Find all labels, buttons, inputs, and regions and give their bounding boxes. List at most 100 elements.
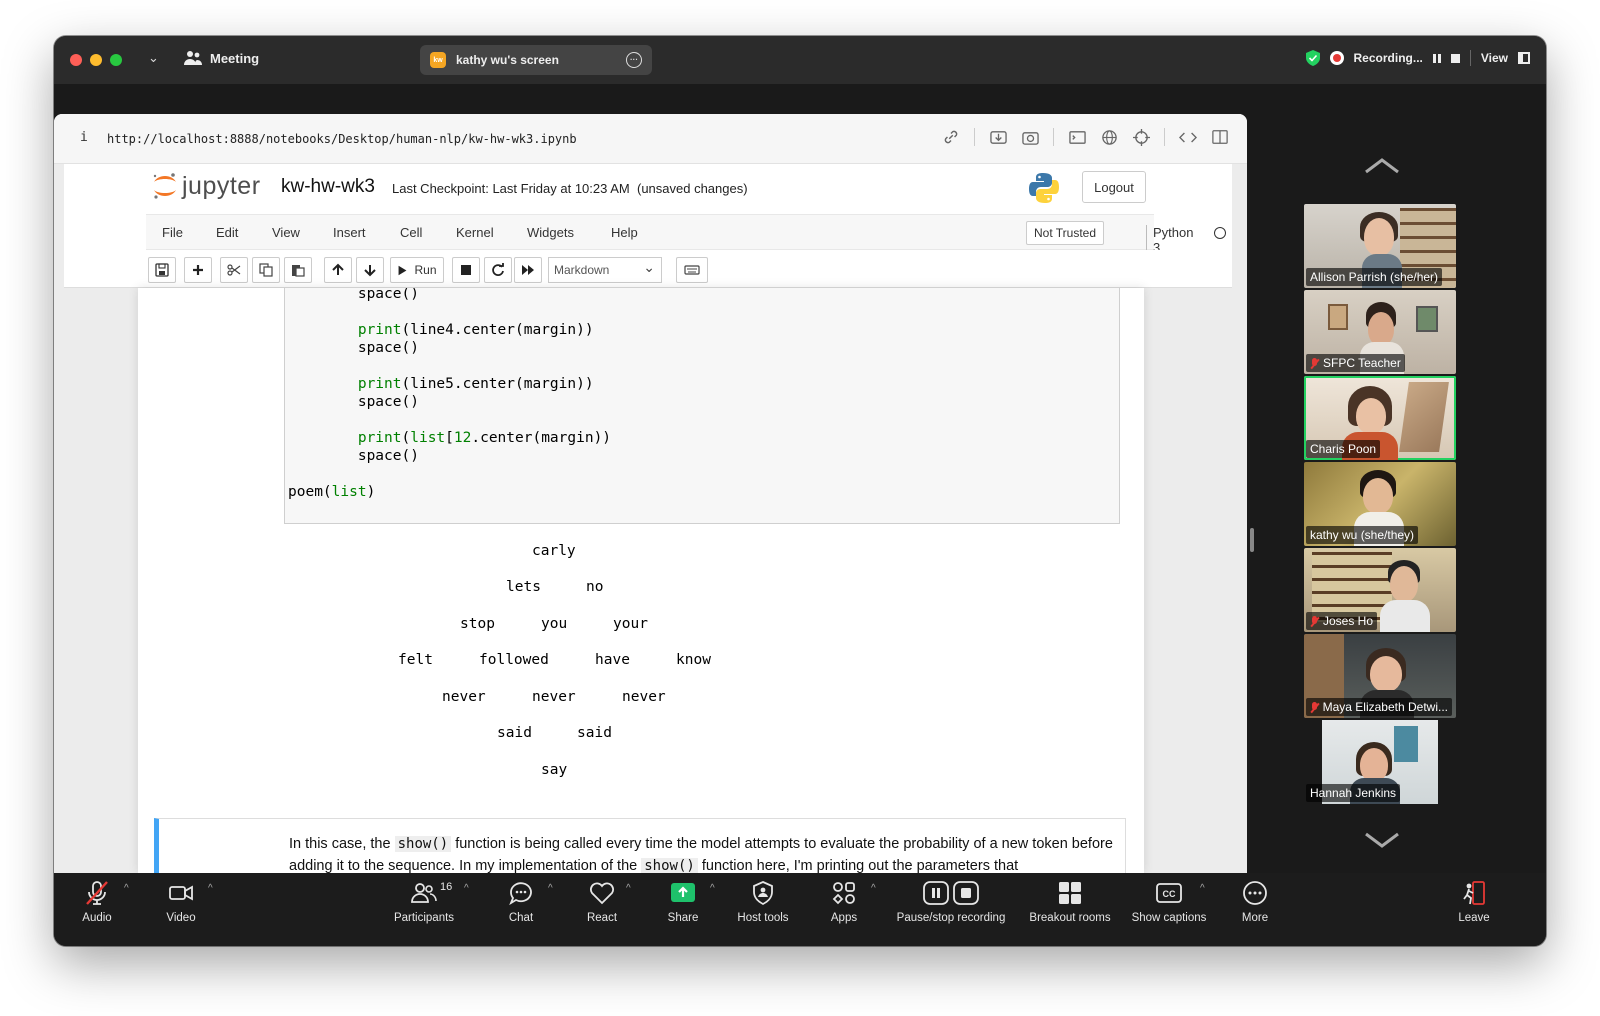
notebook-name[interactable]: kw-hw-wk3 (281, 176, 375, 198)
screen-share-indicator[interactable]: kw kathy wu's screen ··· (420, 45, 652, 75)
video-options-caret[interactable]: ^ (208, 883, 213, 894)
python-logo-icon (1029, 173, 1059, 203)
chat-bubble-icon (509, 882, 532, 906)
participant-name: Hannah Jenkins (1306, 784, 1401, 802)
logout-button[interactable]: Logout (1082, 171, 1146, 203)
more-button[interactable]: More (1236, 873, 1274, 946)
camera-icon[interactable] (1021, 128, 1039, 146)
wall-frame (1416, 306, 1438, 332)
audio-options-caret[interactable]: ^ (124, 883, 129, 894)
stop-recording-icon[interactable] (1450, 53, 1460, 63)
checkpoint-text: Last Checkpoint: Last Friday at 10:23 AM (392, 181, 630, 196)
jupyter-logo[interactable]: jupyter (152, 171, 261, 201)
panel-resize-handle[interactable] (1250, 528, 1254, 552)
view-label[interactable]: View (1481, 51, 1508, 65)
cut-button[interactable] (220, 257, 248, 283)
participant-tile[interactable]: Charis Poon (1304, 376, 1456, 460)
copy-button[interactable] (252, 257, 280, 283)
shield-icon (753, 881, 773, 906)
minimize-window-button[interactable] (90, 54, 102, 66)
participant-tile[interactable]: SFPC Teacher (1304, 290, 1456, 374)
participant-tile[interactable]: kathy wu (she/they) (1304, 462, 1456, 546)
code-cell[interactable]: space() print(line4.center(margin)) spac… (284, 288, 1120, 524)
save-button[interactable] (148, 257, 176, 283)
paste-button[interactable] (284, 257, 312, 283)
audio-button[interactable]: Audio (78, 873, 116, 946)
heart-icon (590, 882, 614, 905)
chevron-up-icon (1365, 158, 1399, 174)
share-button[interactable]: Share (663, 873, 703, 946)
apps-button[interactable]: Apps (825, 873, 863, 946)
participant-name: Charis Poon (1306, 440, 1381, 458)
command-palette-button[interactable] (676, 257, 708, 283)
browser-url-bar: i http://localhost:8888/notebooks/Deskto… (54, 114, 1247, 164)
video-button[interactable]: Video (162, 873, 200, 946)
terminal-icon[interactable] (1068, 128, 1086, 146)
fullscreen-window-button[interactable] (110, 54, 122, 66)
gallery-scroll-up[interactable] (1364, 156, 1400, 179)
markdown-cell[interactable]: In this case, the show() function is bei… (154, 818, 1126, 873)
participant-tile[interactable]: Maya Elizabeth Detwi... (1304, 634, 1456, 718)
code-keyword: print (357, 376, 402, 392)
restart-run-all-button[interactable] (514, 257, 542, 283)
leave-button[interactable]: Leave (1454, 873, 1494, 946)
move-down-button[interactable] (356, 257, 384, 283)
crosshair-icon[interactable] (1132, 128, 1150, 146)
react-options-caret[interactable]: ^ (626, 883, 631, 894)
chat-options-caret[interactable]: ^ (548, 883, 553, 894)
pause-recording-icon[interactable] (1432, 53, 1441, 63)
avatar (1368, 312, 1394, 346)
menu-edit[interactable]: Edit (216, 225, 238, 240)
apps-options-caret[interactable]: ^ (871, 883, 876, 894)
insert-cell-button[interactable] (184, 257, 212, 283)
menu-widgets[interactable]: Widgets (527, 225, 574, 240)
participants-options-caret[interactable]: ^ (464, 883, 469, 894)
participant-tile[interactable]: Joses Ho (1304, 548, 1456, 632)
arrow-up-icon (332, 263, 344, 275)
url-text[interactable]: http://localhost:8888/notebooks/Desktop/… (107, 132, 577, 146)
close-window-button[interactable] (70, 54, 82, 66)
react-button[interactable]: React (583, 873, 621, 946)
globe-icon[interactable] (1100, 128, 1118, 146)
screenshot-icon[interactable] (989, 128, 1007, 146)
menu-insert[interactable]: Insert (333, 225, 366, 240)
captions-button[interactable]: CC Show captions (1128, 873, 1210, 946)
menu-help[interactable]: Help (611, 225, 638, 240)
sidebar-toggle-icon[interactable] (1211, 128, 1229, 146)
participant-tile[interactable]: Hannah Jenkins (1304, 720, 1456, 804)
code-brackets-icon[interactable] (1179, 128, 1197, 146)
recording-controls-label: Pause/stop recording (896, 912, 1006, 924)
recording-label: Recording... (1353, 51, 1423, 65)
chevron-down-icon[interactable]: ⌄ (148, 50, 159, 66)
host-tools-button[interactable]: Host tools (732, 873, 794, 946)
gallery-scroll-down[interactable] (1364, 832, 1400, 855)
audio-label: Audio (82, 912, 112, 924)
more-options-icon[interactable]: ··· (626, 52, 642, 68)
chat-button[interactable]: Chat (502, 873, 540, 946)
not-trusted-button[interactable]: Not Trusted (1026, 221, 1104, 245)
share-options-caret[interactable]: ^ (710, 883, 715, 894)
menu-cell[interactable]: Cell (400, 225, 422, 240)
encryption-shield-icon[interactable] (1305, 50, 1320, 66)
cell-type-select[interactable]: Markdown (548, 257, 662, 283)
menu-kernel[interactable]: Kernel (456, 225, 494, 240)
menu-view[interactable]: View (272, 225, 300, 240)
move-up-button[interactable] (324, 257, 352, 283)
titlebar-right: Recording... View (1305, 50, 1530, 66)
interrupt-button[interactable] (452, 257, 480, 283)
view-layout-icon[interactable] (1518, 52, 1530, 64)
run-button[interactable]: Run (390, 257, 444, 283)
participant-tile[interactable]: Allison Parrish (she/her) (1304, 204, 1456, 288)
restart-button[interactable] (484, 257, 512, 283)
link-icon[interactable] (942, 128, 960, 146)
leave-icon (1463, 881, 1485, 905)
pause-stop-recording-button[interactable]: Pause/stop recording (892, 873, 1010, 946)
menu-file[interactable]: File (162, 225, 183, 240)
site-info-icon[interactable]: i (80, 130, 88, 145)
captions-options-caret[interactable]: ^ (1200, 883, 1205, 894)
meeting-info[interactable]: Meeting (184, 50, 259, 66)
breakout-rooms-button[interactable]: Breakout rooms (1026, 873, 1114, 946)
code-content[interactable]: space() print(line4.center(margin)) spac… (288, 288, 611, 501)
